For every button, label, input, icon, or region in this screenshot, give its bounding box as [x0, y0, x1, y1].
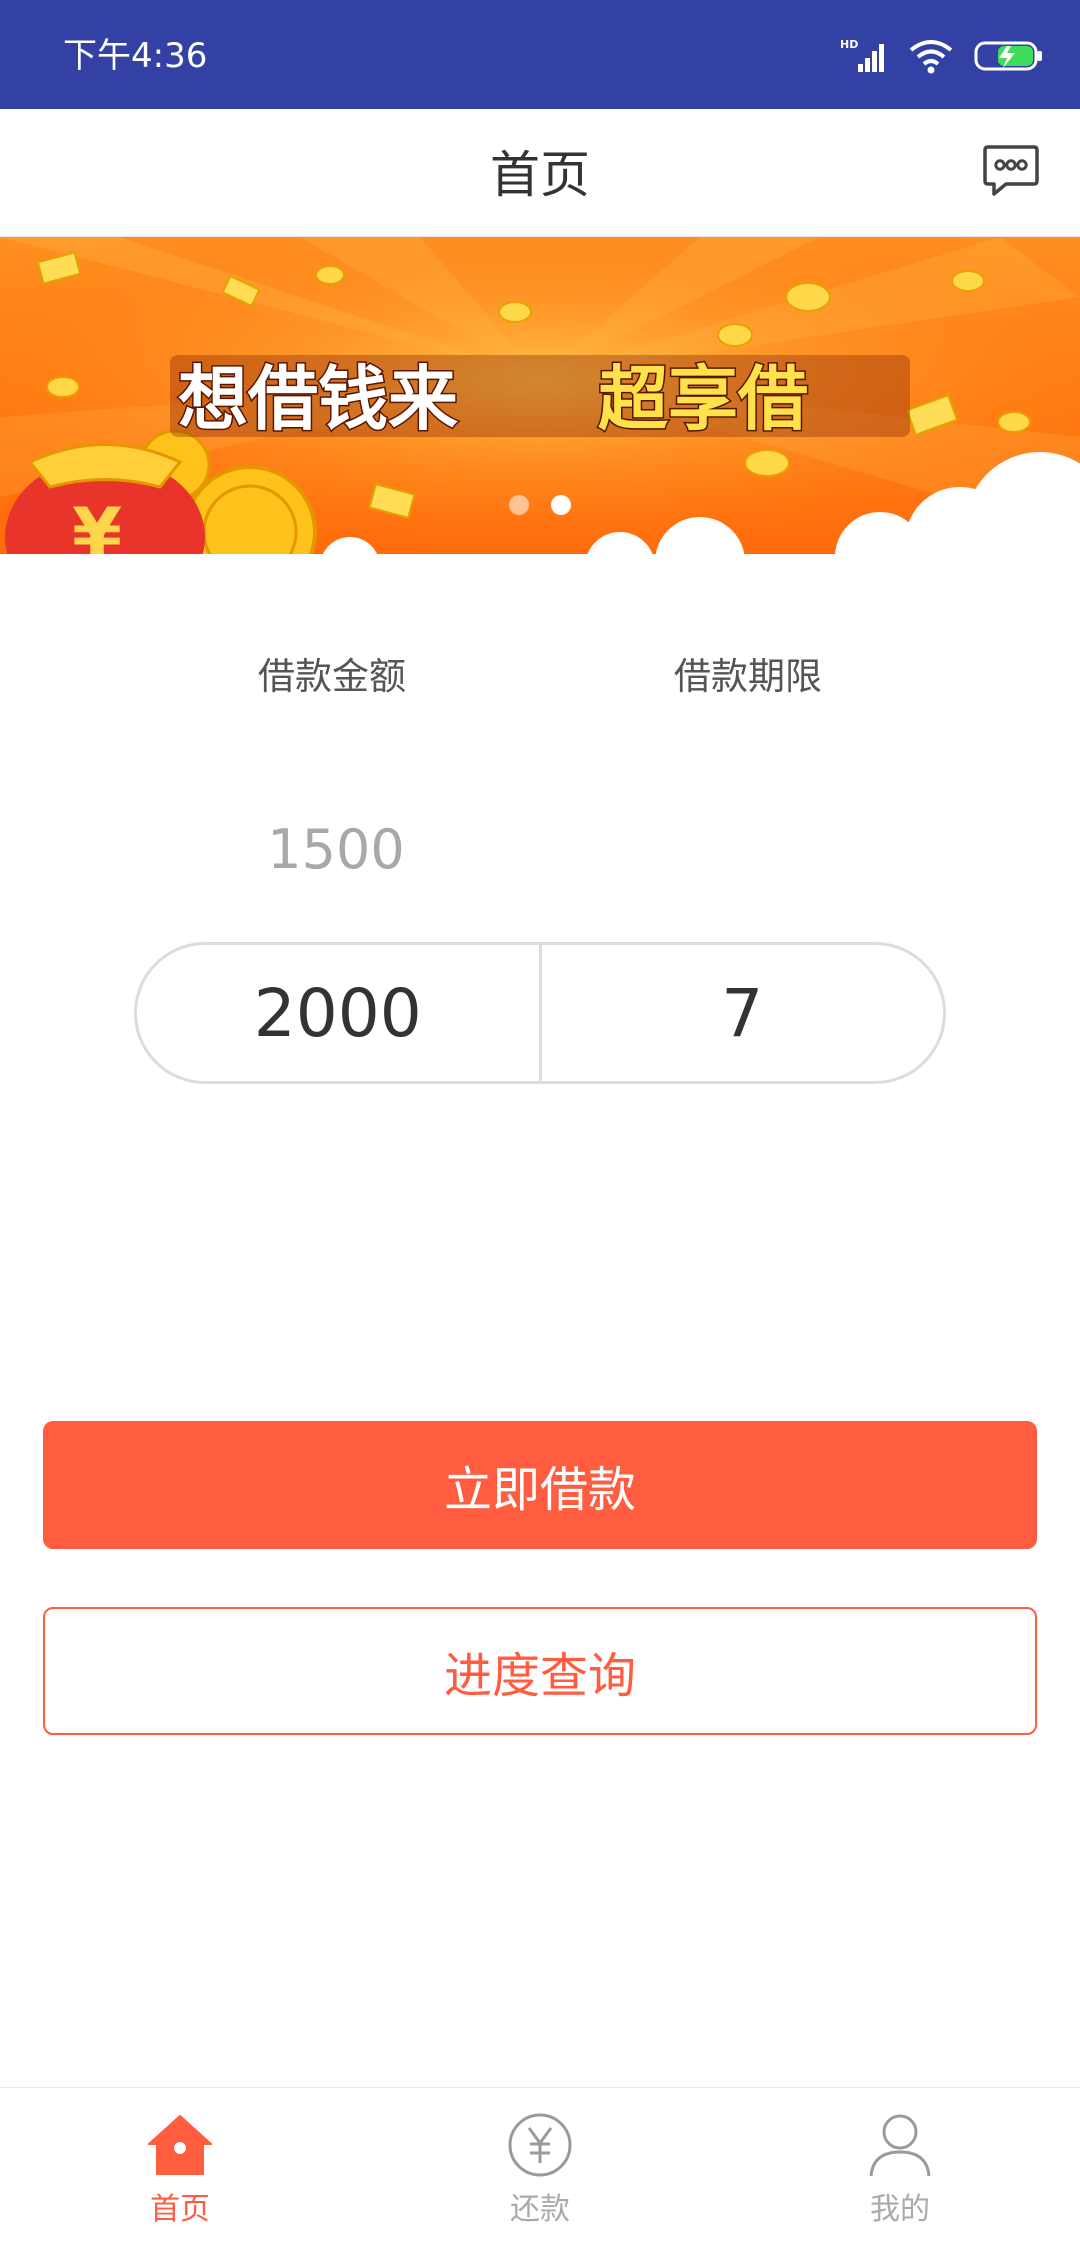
person-icon [869, 2114, 931, 2177]
banner-dot-1[interactable] [509, 495, 529, 515]
app-screen: 下午4:36 HD 首页 ¥ 想借钱来 超享借 借款金额 借款期限 1500 2… [0, 0, 1080, 2248]
nav-item-repay[interactable]: 还款 [360, 2088, 720, 2248]
amount-option-previous[interactable]: 1500 [186, 820, 486, 880]
nav-item-mine[interactable]: 我的 [720, 2088, 1080, 2248]
nav-label-repay: 还款 [510, 2192, 570, 2227]
banner-dot-2[interactable] [551, 495, 571, 515]
banner-pagination [0, 495, 1080, 519]
svg-text:HD: HD [840, 38, 858, 51]
status-icons: HD [840, 34, 1044, 78]
banner-headline: 想借钱来 超享借 [170, 355, 910, 442]
app-header: 首页 [0, 109, 1080, 237]
banner-headline-left: 想借钱来 [178, 358, 458, 440]
page-title: 首页 [490, 146, 590, 204]
nav-item-home[interactable]: 首页 [0, 2088, 360, 2248]
nav-label-home: 首页 [150, 2192, 210, 2227]
battery-charging-icon [974, 41, 1042, 71]
loan-term-label: 借款期限 [674, 655, 822, 698]
wifi-icon [909, 40, 953, 74]
home-icon [148, 2115, 212, 2175]
loan-picker: 2000 7 [134, 942, 946, 1084]
status-time: 下午4:36 [63, 36, 208, 76]
amount-picker-value[interactable]: 2000 [137, 945, 539, 1081]
loan-amount-label: 借款金额 [258, 655, 406, 698]
nav-label-mine: 我的 [870, 2192, 930, 2227]
banner-headline-right: 超享借 [598, 358, 808, 440]
progress-query-button[interactable]: 进度查询 [43, 1607, 1037, 1735]
apply-loan-button[interactable]: 立即借款 [43, 1421, 1037, 1549]
status-bar: 下午4:36 HD [0, 0, 1080, 109]
hd-signal-icon: HD [840, 38, 884, 72]
message-icon[interactable] [982, 143, 1040, 197]
bottom-nav: 首页 还款 我的 [0, 2087, 1080, 2248]
yen-circle-icon [508, 2113, 572, 2177]
term-picker-value[interactable]: 7 [542, 945, 944, 1081]
